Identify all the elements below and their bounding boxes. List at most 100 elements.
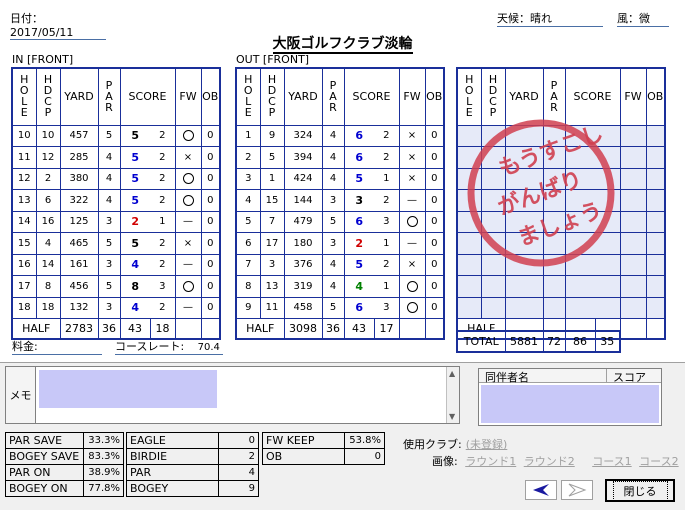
hole-yard: 125 bbox=[59, 210, 99, 233]
half-score: 43 bbox=[119, 318, 151, 339]
hole-ob: 0 bbox=[200, 253, 221, 276]
col-hdcp: HDCP bbox=[259, 67, 285, 126]
hole-score: 6 bbox=[343, 210, 374, 233]
hole-row: 6 17 180 3 2 1—0 bbox=[235, 232, 445, 255]
empty-hole-row bbox=[456, 275, 666, 298]
hole-fw: × bbox=[398, 253, 426, 276]
hole-number: 12 bbox=[11, 167, 37, 190]
hole-row: 8 13 319 4 4 1 0 bbox=[235, 275, 445, 298]
hole-number: 5 bbox=[235, 210, 261, 233]
next-button[interactable] bbox=[561, 480, 593, 500]
out-section-label: OUT [FRONT] bbox=[236, 53, 310, 66]
hole-par: 5 bbox=[97, 124, 121, 147]
companion-score-header[interactable]: スコア bbox=[607, 369, 646, 384]
scroll-up-icon[interactable]: ▲ bbox=[449, 369, 455, 378]
hole-yard: 479 bbox=[283, 210, 323, 233]
hole-putts: 2 bbox=[150, 124, 176, 147]
image-row: 画像: ラウンド1 ラウンド2 コース1 コース2 bbox=[432, 453, 679, 469]
hole-par: 3 bbox=[97, 296, 121, 319]
prev-button[interactable] bbox=[525, 480, 557, 500]
hole-par: 4 bbox=[321, 253, 345, 276]
hole-yard: 394 bbox=[283, 146, 323, 169]
image-link-course2[interactable]: コース2 bbox=[639, 455, 678, 468]
empty-cell bbox=[595, 296, 621, 319]
hole-ob: 0 bbox=[200, 275, 221, 298]
hole-score: 4 bbox=[119, 253, 150, 276]
image-link-course1[interactable]: コース1 bbox=[592, 455, 631, 468]
scorecard-sheet: 日付：2017/05/11 天候：晴れ 風：微 大阪ゴルフクラブ淡輪 IN [F… bbox=[0, 0, 685, 362]
stat-value: 4 bbox=[218, 464, 259, 481]
hole-fw: × bbox=[174, 232, 202, 255]
hole-number: 1 bbox=[235, 124, 261, 147]
hole-fw bbox=[174, 167, 202, 190]
image-link-round2[interactable]: ラウンド2 bbox=[524, 455, 575, 468]
col-hole-text: HOLE bbox=[17, 73, 31, 118]
hole-putts: 2 bbox=[374, 124, 400, 147]
image-label: 画像: bbox=[432, 455, 458, 468]
half-row: HALF 3098 36 43 17 bbox=[235, 318, 445, 339]
hole-fw bbox=[398, 210, 426, 233]
hole-yard: 380 bbox=[59, 167, 99, 190]
col-par: PAR bbox=[542, 67, 566, 126]
companion-list[interactable]: 同伴者名 スコア bbox=[478, 368, 662, 426]
total-yard: 5881 bbox=[504, 330, 544, 353]
hole-putts: 1 bbox=[374, 167, 400, 190]
hole-score: 5 bbox=[343, 167, 374, 190]
hole-row: 2 5 394 4 6 2 × 0 bbox=[235, 146, 445, 169]
hole-score: 5 bbox=[119, 167, 150, 190]
hole-score: 2 bbox=[119, 210, 150, 233]
hole-ob: 0 bbox=[200, 124, 221, 147]
empty-cell bbox=[456, 275, 482, 298]
hole-yard: 324 bbox=[283, 124, 323, 147]
hole-hdcp: 10 bbox=[35, 124, 61, 147]
empty-cell bbox=[645, 210, 666, 233]
scroll-down-icon[interactable]: ▼ bbox=[449, 412, 455, 421]
col-par: PAR bbox=[97, 67, 121, 126]
hole-par: 4 bbox=[97, 167, 121, 190]
hole-putts: 1 bbox=[374, 232, 400, 255]
stat-row: BOGEY 9 bbox=[126, 480, 259, 497]
panel-divider bbox=[0, 362, 685, 363]
hole-ob: 0 bbox=[424, 296, 445, 319]
hole-ob: 0 bbox=[424, 232, 445, 255]
arrow-right-icon bbox=[568, 483, 587, 497]
memo-input[interactable] bbox=[39, 370, 217, 408]
hole-ob: 0 bbox=[424, 253, 445, 276]
col-ob: OB bbox=[424, 67, 445, 126]
hole-score: 5 bbox=[119, 232, 150, 255]
stat-label: PAR ON bbox=[5, 464, 84, 481]
hole-hdcp: 1 bbox=[259, 167, 285, 190]
image-link-round1[interactable]: ラウンド1 bbox=[465, 455, 516, 468]
club-row: 使用クラブ: (未登録) bbox=[403, 436, 507, 452]
hole-hdcp: 13 bbox=[259, 275, 285, 298]
col-par-text: PAR bbox=[102, 78, 116, 112]
companion-list-body[interactable] bbox=[481, 385, 659, 423]
col-hole-text: HOLE bbox=[241, 73, 255, 118]
memo-scrollbar[interactable]: ▲ ▼ bbox=[446, 367, 459, 423]
fairway-hit-icon bbox=[182, 130, 194, 141]
close-button-label: 閉じる bbox=[612, 480, 668, 501]
stat-row: PAR 4 bbox=[126, 464, 259, 481]
hole-putts: 1 bbox=[150, 210, 176, 233]
col-hole: HOLE bbox=[456, 67, 482, 126]
hole-fw: × bbox=[398, 124, 426, 147]
stat-label: FW KEEP bbox=[262, 432, 345, 449]
half-fw bbox=[174, 318, 202, 339]
total-label: TOTAL bbox=[456, 330, 506, 353]
companion-name-header[interactable]: 同伴者名 bbox=[479, 369, 607, 384]
empty-cell bbox=[619, 232, 647, 255]
hole-par: 5 bbox=[321, 210, 345, 233]
hole-yard: 319 bbox=[283, 275, 323, 298]
hole-score: 6 bbox=[343, 146, 374, 169]
hole-putts: 2 bbox=[150, 189, 176, 212]
col-fw: FW bbox=[174, 67, 202, 126]
col-yard: YARD bbox=[283, 67, 323, 126]
empty-cell bbox=[645, 318, 666, 339]
half-putts: 17 bbox=[373, 318, 400, 339]
fairway-hit-icon bbox=[182, 173, 194, 184]
club-link[interactable]: (未登録) bbox=[466, 438, 508, 451]
close-button[interactable]: 閉じる bbox=[605, 479, 675, 502]
fee-field: 料金: bbox=[12, 338, 102, 355]
hole-ob: 0 bbox=[200, 189, 221, 212]
hole-hdcp: 11 bbox=[259, 296, 285, 319]
